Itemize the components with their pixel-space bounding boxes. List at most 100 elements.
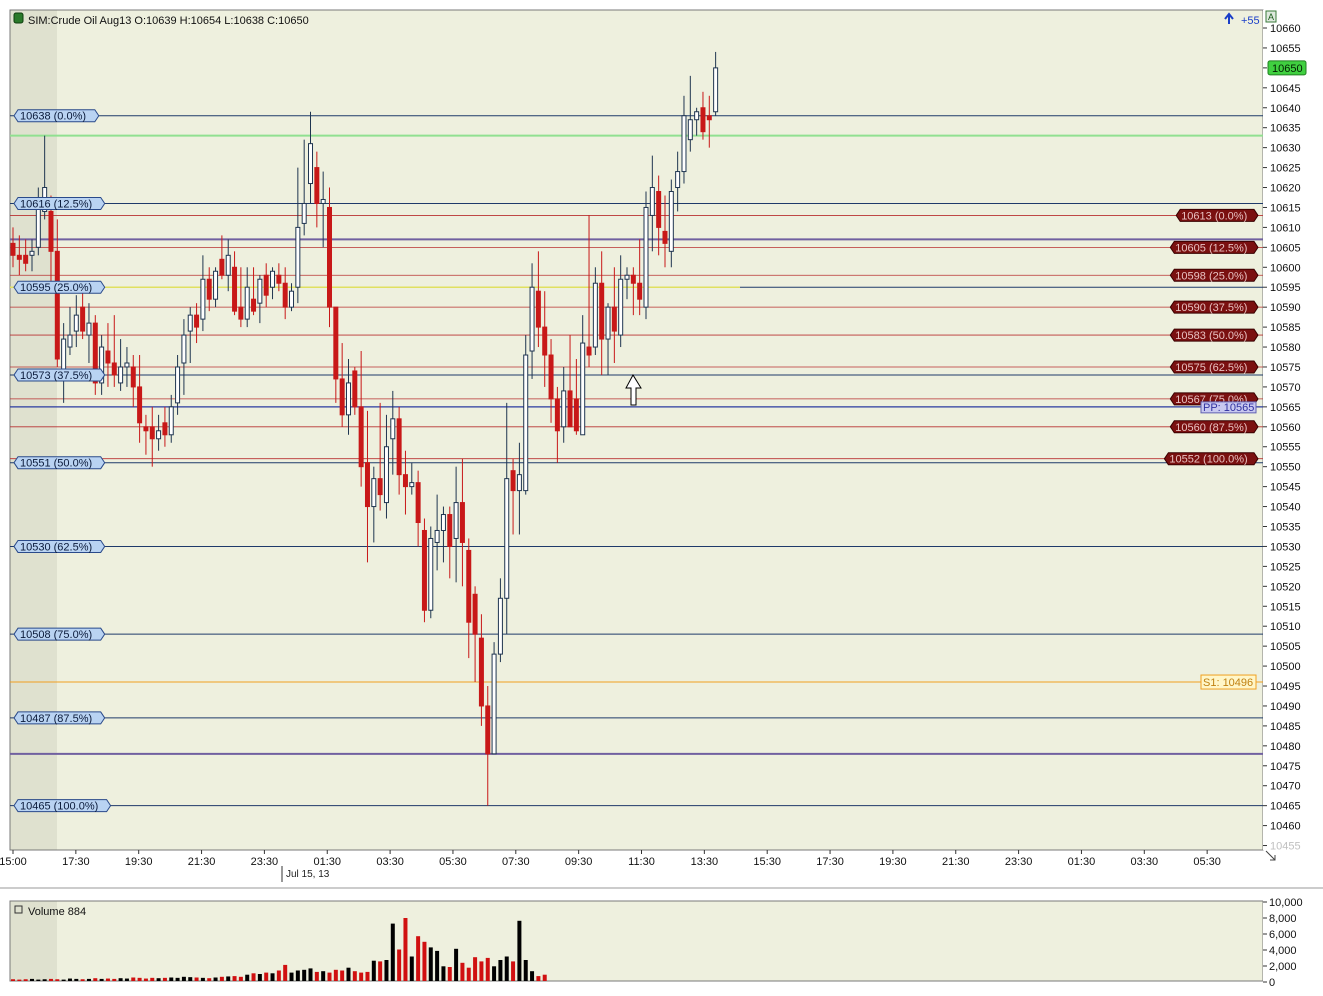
y-tick-label: 10530: [1270, 541, 1301, 553]
candle-body: [415, 482, 421, 524]
y-tick-label: 10590: [1270, 302, 1301, 314]
y-tick-label: 10520: [1270, 581, 1301, 593]
candle-body: [187, 314, 193, 332]
volume-panel[interactable]: [10, 901, 1263, 981]
date-marker: Jul 15, 13: [286, 869, 330, 880]
volume-bar: [238, 976, 243, 981]
volume-bar: [346, 967, 351, 981]
volume-bar: [498, 960, 503, 981]
x-tick-label: 21:30: [188, 856, 216, 868]
volume-tick-label: 8,000: [1269, 913, 1297, 925]
volume-bar: [181, 976, 186, 981]
fib-red-label: 10575 (62.5%): [1175, 362, 1247, 374]
candle-body: [225, 254, 231, 276]
candle-body: [301, 202, 307, 224]
volume-bar: [162, 977, 167, 981]
time-axis[interactable]: 15:00 17:30 19:30 21:30 23:30 01:30 03:30 05:30…: [0, 850, 1221, 868]
y-tick-label: 10490: [1270, 701, 1301, 713]
candle-body: [358, 406, 364, 468]
volume-bar: [447, 967, 452, 981]
candle-body: [586, 346, 592, 356]
last-price-label: 10650: [1272, 63, 1303, 75]
fib-blue-label: 10487 (87.5%): [20, 713, 92, 725]
candle-body: [130, 366, 136, 388]
candle-body: [681, 115, 687, 173]
candle-body: [238, 306, 244, 320]
x-tick-label: 15:00: [0, 856, 27, 868]
volume-bar: [416, 936, 421, 981]
candle-body: [175, 366, 181, 404]
y-tick-label: 10615: [1270, 202, 1301, 214]
candle-body: [466, 549, 472, 623]
fib-blue-label: 10573 (37.5%): [20, 370, 92, 382]
y-tick-label: 10625: [1270, 163, 1301, 175]
volume-bar: [86, 978, 91, 981]
volume-bar: [466, 967, 471, 981]
volume-bar: [530, 971, 535, 981]
x-tick-label: 19:30: [879, 856, 907, 868]
y-tick-label: 10645: [1270, 83, 1301, 95]
candle-body: [390, 418, 396, 440]
candle-body: [561, 390, 567, 428]
volume-bar: [295, 970, 300, 981]
volume-tick-label: 10,000: [1269, 897, 1303, 909]
candle-body: [333, 306, 339, 380]
volume-tick-label: 0: [1269, 977, 1275, 989]
volume-bar: [55, 979, 60, 981]
fib-red-label: 10560 (87.5%): [1175, 422, 1247, 434]
chart-window: 10638 (0.0%) 10616 (12.5%) 10595 (25.0%) 10…: [0, 0, 1323, 991]
volume-bar: [321, 971, 326, 981]
volume-bar: [365, 971, 370, 981]
x-tick-label: 15:30: [753, 856, 781, 868]
candle-body: [289, 290, 295, 308]
candle-body: [402, 474, 408, 488]
chart-canvas: 10638 (0.0%) 10616 (12.5%) 10595 (25.0%) 10…: [0, 9, 1323, 991]
candle-body: [206, 278, 212, 300]
fib-red-label: 10590 (37.5%): [1175, 302, 1247, 314]
volume-bar: [409, 956, 414, 981]
x-tick-label: 01:30: [313, 856, 341, 868]
candle: [327, 187, 332, 328]
volume-bar: [105, 978, 110, 981]
volume-bar: [175, 977, 180, 981]
volume-bar: [131, 977, 136, 981]
volume-bar: [67, 978, 72, 981]
volume-header: Volume 884: [28, 906, 86, 918]
volume-bar: [42, 979, 47, 981]
candle-body: [67, 334, 73, 348]
volume-bar: [124, 978, 129, 981]
y-tick-label: 10635: [1270, 123, 1301, 135]
candle-body: [523, 354, 529, 492]
volume-bar: [504, 956, 509, 981]
candle-body: [637, 282, 643, 300]
x-tick-label: 09:30: [565, 856, 593, 868]
candle-body: [529, 286, 535, 352]
up-indicator: +55: [1241, 15, 1260, 27]
volume-bar: [485, 957, 490, 981]
volume-bar: [80, 979, 85, 981]
candle-body: [573, 398, 579, 432]
candle-body: [54, 250, 60, 360]
volume-bar: [61, 979, 66, 981]
candle-body: [409, 482, 415, 488]
candle-body: [137, 386, 143, 424]
y-tick-label: 10575: [1270, 362, 1301, 374]
candle-body: [516, 474, 522, 492]
volume-bar: [384, 960, 389, 981]
candle-body: [156, 430, 162, 440]
candle-body: [339, 378, 345, 416]
y-tick-label: 10620: [1270, 183, 1301, 195]
volume-bar: [428, 947, 433, 981]
volume-bar: [276, 970, 281, 981]
volume-bar: [169, 977, 174, 981]
fib-blue-label: 10616 (12.5%): [20, 198, 92, 210]
x-tick-label: 23:30: [251, 856, 279, 868]
price-header: SIM:Crude Oil Aug13 O:10639 H:10654 L:10…: [28, 15, 309, 27]
candle-body: [345, 382, 351, 416]
candle-body: [618, 278, 624, 336]
fib-blue-label: 10530 (62.5%): [20, 541, 92, 553]
volume-bar: [460, 962, 465, 981]
candle-body: [453, 502, 459, 539]
volume-bar: [270, 973, 275, 981]
x-tick-label: 13:30: [691, 856, 719, 868]
